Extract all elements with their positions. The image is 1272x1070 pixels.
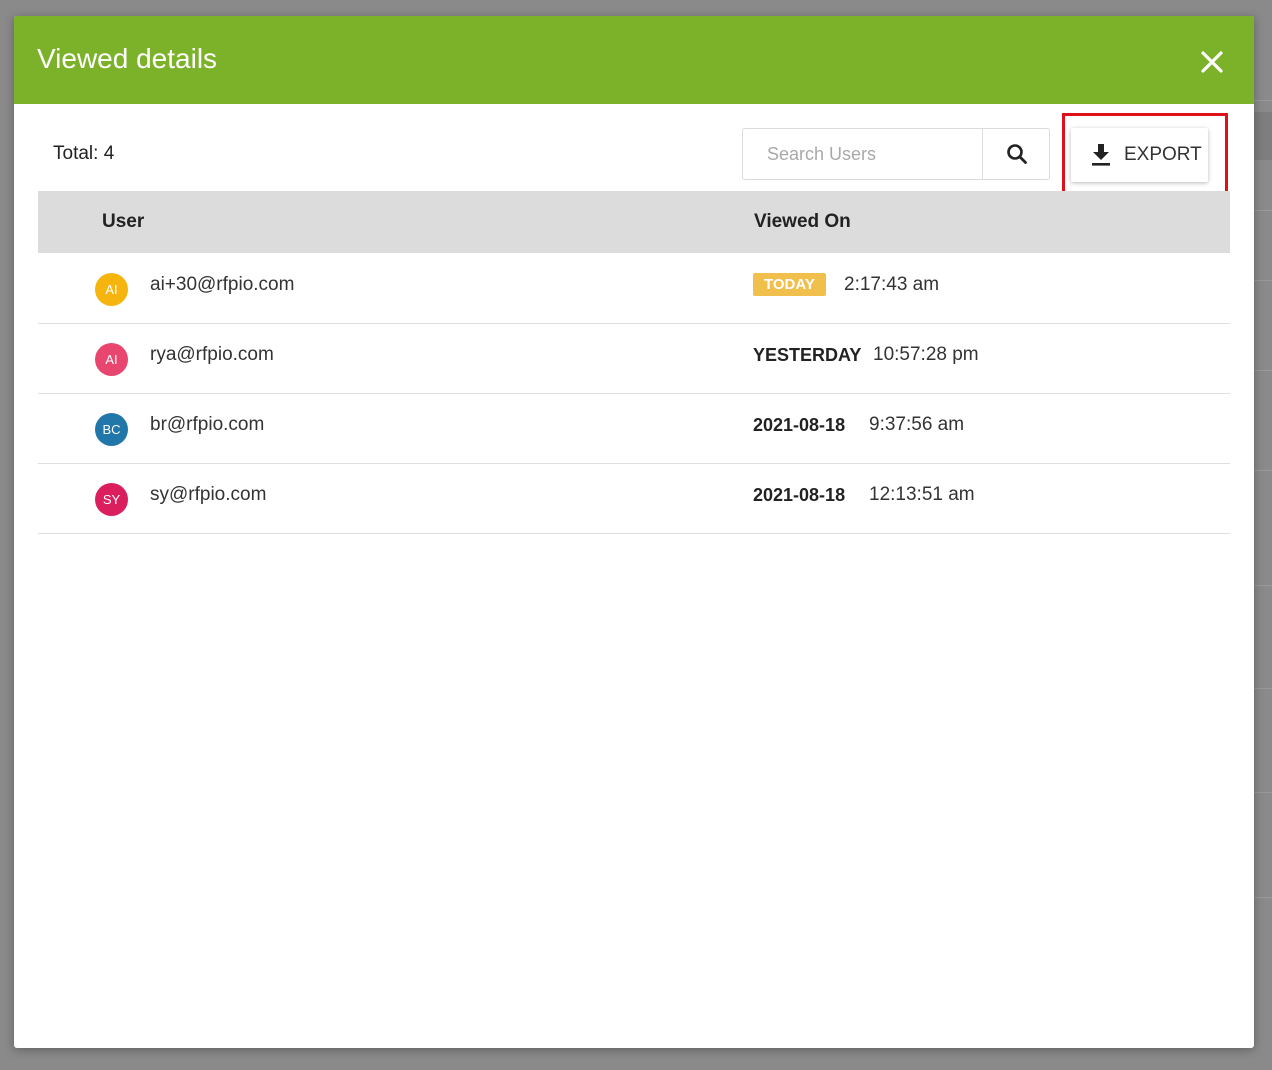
table-row: AI ai+30@rfpio.com TODAY 2:17:43 am	[38, 253, 1230, 324]
search-input[interactable]	[743, 129, 981, 179]
view-time: 10:57:28 pm	[873, 344, 979, 365]
user-email: ai+30@rfpio.com	[150, 274, 295, 295]
view-day: 2021-08-18	[753, 485, 846, 505]
background-line	[1254, 280, 1272, 281]
background-line	[1254, 688, 1272, 689]
table-header: User Viewed On	[38, 191, 1230, 253]
total-count: Total: 4	[53, 143, 115, 164]
view-time: 2:17:43 am	[844, 274, 940, 295]
search-box	[742, 128, 1050, 180]
modal-header: Viewed details	[14, 16, 1254, 104]
background-line	[1254, 792, 1272, 793]
avatar: AI	[95, 343, 128, 376]
avatar: SY	[95, 483, 128, 516]
background-line	[1254, 210, 1272, 211]
background-line	[1254, 100, 1272, 101]
viewed-details-modal: Viewed details Total: 4 EXPORT User View…	[14, 16, 1254, 1048]
user-email: br@rfpio.com	[150, 414, 265, 435]
table-row: BC br@rfpio.com 2021-08-18 9:37:56 am	[38, 393, 1230, 464]
today-badge: TODAY	[753, 273, 826, 296]
view-time: 12:13:51 am	[869, 484, 975, 505]
background-block	[1254, 112, 1272, 160]
avatar: AI	[95, 273, 128, 306]
avatar: BC	[95, 413, 128, 446]
table-row: SY sy@rfpio.com 2021-08-18 12:13:51 am	[38, 463, 1230, 534]
background-line	[1254, 897, 1272, 898]
table-row: AI rya@rfpio.com YESTERDAY 10:57:28 pm	[38, 323, 1230, 394]
background-line	[1254, 370, 1272, 371]
view-day: YESTERDAY	[753, 345, 862, 365]
search-icon	[1007, 144, 1027, 164]
close-icon	[1201, 51, 1223, 73]
column-header-viewed-on: Viewed On	[754, 211, 851, 232]
background-line	[1254, 470, 1272, 471]
export-button[interactable]: EXPORT	[1071, 128, 1208, 182]
user-email: sy@rfpio.com	[150, 484, 267, 505]
search-button[interactable]	[982, 129, 1050, 179]
user-email: rya@rfpio.com	[150, 344, 274, 365]
background-line	[1254, 585, 1272, 586]
close-button[interactable]	[1194, 44, 1230, 80]
column-header-user: User	[102, 211, 145, 232]
download-icon	[1092, 144, 1110, 166]
modal-title: Viewed details	[37, 43, 218, 74]
export-label: EXPORT	[1124, 144, 1202, 165]
view-time: 9:37:56 am	[869, 414, 965, 435]
view-day: 2021-08-18	[753, 415, 846, 435]
